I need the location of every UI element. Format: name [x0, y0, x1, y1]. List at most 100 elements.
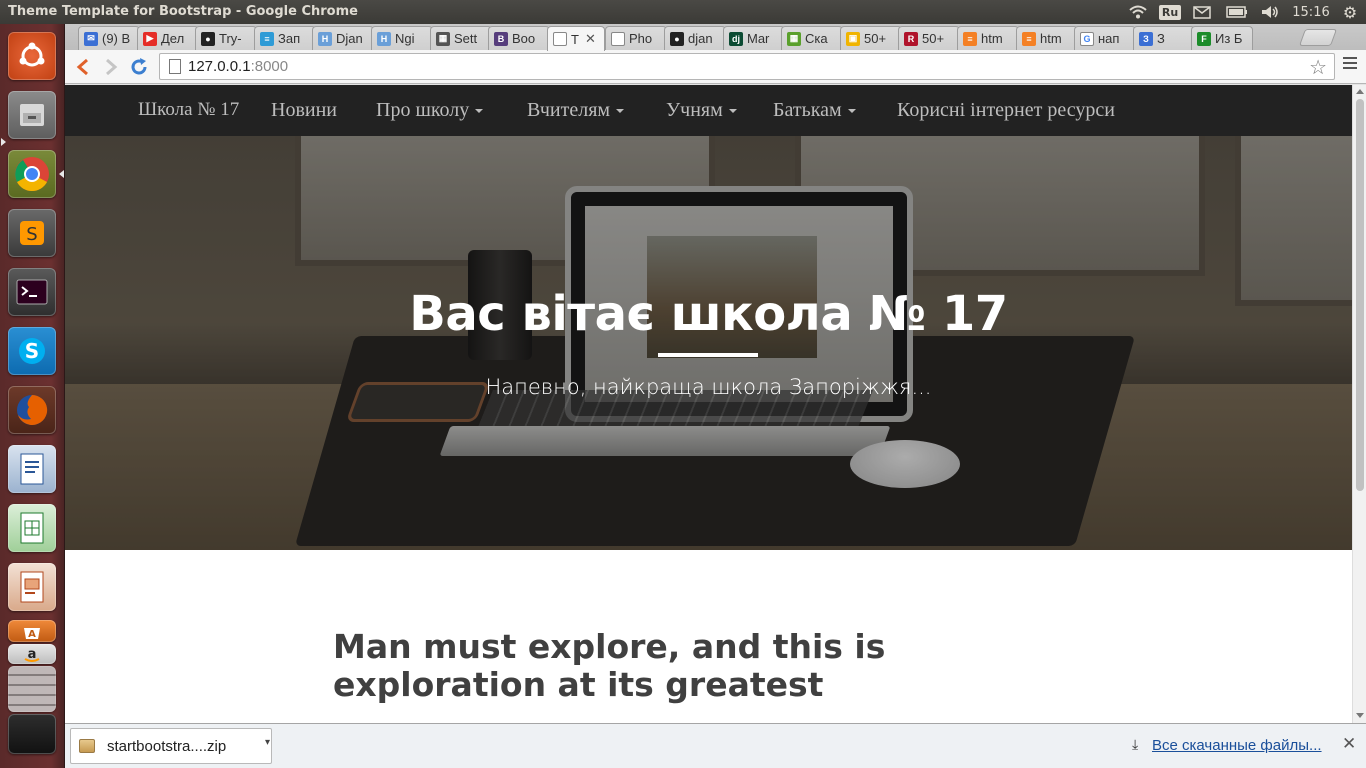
trash-icon[interactable] — [8, 666, 56, 712]
tab-label: Try- — [219, 31, 242, 46]
new-tab-button[interactable] — [1298, 29, 1338, 46]
tab-favicon-icon — [553, 32, 567, 46]
tab-favicon-icon: H — [377, 31, 391, 46]
tab-favicon-icon: ≡ — [963, 31, 977, 46]
hero-overlay — [65, 136, 1352, 550]
workspace-switcher-icon[interactable] — [8, 714, 56, 754]
tab-favicon-icon: H — [318, 31, 332, 46]
nav-dropdown-teachers[interactable]: Вчителям — [527, 99, 625, 122]
page-viewport: Школа № 17 Новини Про школу Вчителям Учн… — [65, 85, 1352, 723]
scroll-down-arrow-icon[interactable] — [1356, 713, 1364, 718]
tab-label: Sett — [454, 31, 478, 46]
scroll-up-arrow-icon[interactable] — [1356, 89, 1364, 94]
browser-tab[interactable]: ▣ 50+ — [840, 26, 902, 50]
browser-tab[interactable]: H Ngi — [371, 26, 433, 50]
post-title[interactable]: Man must explore, and this is exploratio… — [333, 628, 1093, 704]
tab-label: Дел — [161, 31, 185, 46]
libreoffice-writer-icon[interactable] — [8, 445, 56, 493]
nav-dropdown-students[interactable]: Учням — [666, 99, 737, 122]
tab-label: Djan — [336, 31, 363, 46]
scroll-thumb[interactable] — [1356, 99, 1364, 491]
bookmark-star-icon[interactable]: ☆ — [1309, 55, 1327, 80]
battery-icon[interactable] — [1224, 0, 1250, 24]
address-bar[interactable]: 127.0.0.1:8000 ☆ — [159, 53, 1335, 80]
volume-icon[interactable] — [1258, 0, 1282, 24]
browser-tab[interactable]: ≡ htm — [957, 26, 1019, 50]
files-icon[interactable] — [8, 91, 56, 139]
tab-favicon-icon: R — [904, 31, 918, 46]
browser-tab[interactable]: H Djan — [312, 26, 374, 50]
chevron-down-icon[interactable]: ▾ — [265, 737, 270, 748]
download-item[interactable]: startbootstra....zip ▾ — [70, 728, 272, 764]
browser-tab[interactable]: T ✕ — [547, 26, 605, 51]
back-button[interactable] — [70, 55, 96, 79]
browser-tab[interactable]: B Boo — [488, 26, 550, 50]
tab-label: djan — [688, 31, 713, 46]
nav-link-useful-resources-label: Корисні інтернет ресурси — [897, 99, 1115, 121]
hero-title: Вас вітає школа № 17 — [409, 286, 1008, 342]
tab-favicon-icon: ✉ — [84, 31, 98, 46]
hero-subtitle: Напевно, найкраща школа Запоріжжя... — [485, 375, 932, 399]
zip-file-icon — [79, 739, 95, 753]
nav-dropdown-teachers-label: Вчителям — [527, 99, 611, 121]
tab-favicon-icon: ● — [670, 31, 684, 46]
nav-link-news[interactable]: Новини — [271, 99, 337, 122]
terminal-icon[interactable] — [8, 268, 56, 316]
close-icon[interactable]: ✕ — [1342, 734, 1356, 754]
page-scrollbar[interactable] — [1352, 85, 1366, 723]
tab-favicon-icon: ▶ — [143, 31, 157, 46]
tab-favicon-icon: B — [494, 31, 508, 46]
tab-label: Ска — [805, 31, 828, 46]
amazon-icon[interactable]: a — [8, 644, 56, 664]
skype-icon[interactable]: S — [8, 327, 56, 375]
navbar-brand[interactable]: Школа № 17 — [138, 99, 239, 121]
tab-favicon-icon — [611, 31, 625, 46]
tab-favicon-icon: ● — [201, 31, 215, 46]
ubuntu-dash-icon[interactable] — [8, 32, 56, 80]
browser-tab[interactable]: ≡ Зап — [254, 26, 316, 50]
browser-tab[interactable]: Gнап — [1074, 26, 1136, 50]
chrome-icon[interactable] — [8, 150, 56, 198]
browser-tab[interactable]: R 50+ — [898, 26, 960, 50]
show-all-downloads-link[interactable]: Все скачанные файлы... — [1152, 737, 1322, 754]
browser-tab[interactable]: F Из Б — [1191, 26, 1253, 50]
nav-dropdown-parents-label: Батькам — [773, 99, 842, 121]
tab-favicon-icon: З — [1139, 31, 1153, 46]
browser-tab[interactable]: ▦ Sett — [430, 26, 492, 50]
browser-tab[interactable]: dj Mar — [723, 26, 785, 50]
libreoffice-impress-icon[interactable] — [8, 563, 56, 611]
libreoffice-calc-icon[interactable] — [8, 504, 56, 552]
browser-tab[interactable]: Pho — [605, 26, 667, 50]
wifi-icon[interactable] — [1127, 0, 1149, 24]
browser-tab[interactable]: ЗЗ — [1133, 26, 1195, 50]
tab-label: нап — [1098, 31, 1120, 46]
reload-button[interactable] — [126, 55, 152, 79]
nav-link-useful-resources[interactable]: Корисні інтернет ресурси — [897, 99, 1115, 122]
software-center-icon[interactable]: A — [8, 620, 56, 642]
gear-icon[interactable]: ⚙ — [1338, 0, 1362, 24]
download-file-name: startbootstra....zip — [107, 738, 227, 755]
nav-dropdown-about[interactable]: Про школу — [376, 99, 484, 122]
clock[interactable]: 15:16 — [1290, 0, 1332, 24]
browser-tab[interactable]: ✉ (9) В — [78, 26, 140, 50]
tab-favicon-icon: ▦ — [787, 31, 801, 46]
tab-favicon-icon: G — [1080, 31, 1094, 46]
tab-label: 50+ — [922, 31, 945, 46]
tab-label: T — [571, 31, 579, 47]
site-navbar: Школа № 17 Новини Про школу Вчителям Учн… — [65, 85, 1352, 136]
browser-tab[interactable]: ● Try- — [195, 26, 257, 50]
browser-tab[interactable]: ▦ Ска — [781, 26, 843, 50]
mail-icon[interactable] — [1190, 0, 1214, 24]
chevron-down-icon — [475, 109, 484, 114]
keyboard-layout-indicator[interactable]: Ru — [1158, 0, 1182, 24]
browser-tab[interactable]: ▶ Дел — [137, 26, 199, 50]
browser-tab[interactable]: ● djan — [664, 26, 726, 50]
browser-tab[interactable]: ≡ htm — [1016, 26, 1078, 50]
nav-dropdown-parents[interactable]: Батькам — [773, 99, 856, 122]
firefox-icon[interactable] — [8, 386, 56, 434]
chrome-menu-icon[interactable] — [1343, 57, 1357, 75]
forward-button[interactable] — [98, 55, 124, 79]
close-tab-icon[interactable]: ✕ — [585, 31, 596, 47]
svg-text:A: A — [28, 629, 36, 640]
sublime-text-icon[interactable]: S — [8, 209, 56, 257]
